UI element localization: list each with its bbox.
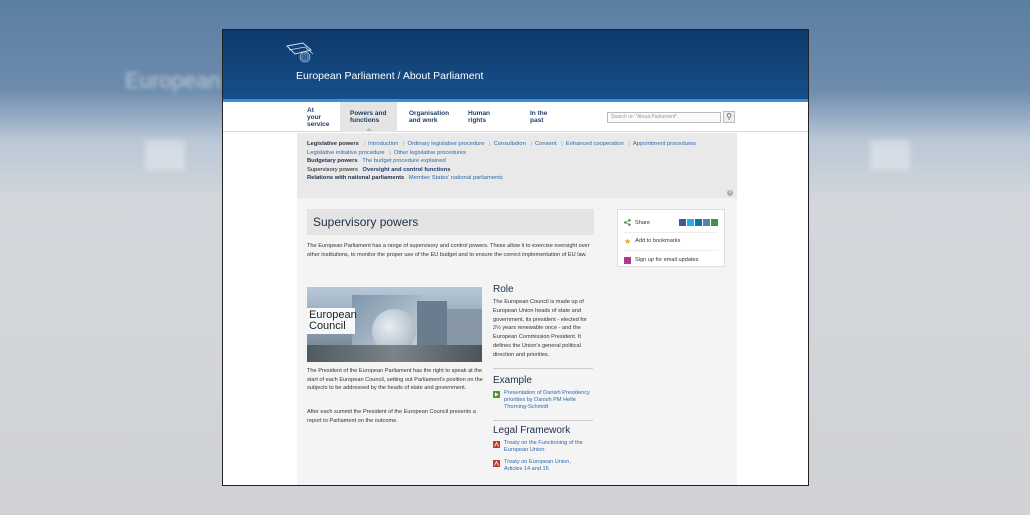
role-text: The European Council is made up of Europ…: [493, 299, 587, 358]
photo-building: [417, 301, 447, 351]
share-icons: [679, 219, 718, 227]
example-link[interactable]: Presentation of Danish Presidency priori…: [504, 390, 590, 411]
legal-framework-section: Legal Framework Treaty on the Functionin…: [493, 425, 590, 473]
submenu-link[interactable]: Consultation: [494, 141, 526, 147]
submenu-link[interactable]: Appointment procedures: [633, 141, 696, 147]
european-parliament-logo-icon: [285, 42, 314, 63]
legal-framework-heading: Legal Framework: [493, 425, 571, 436]
body-paragraph-2: After each summit the President of the E…: [307, 409, 476, 424]
pdf-icon: [493, 460, 500, 467]
submenu-row-budgetary: Budgetary powers The budget procedure ex…: [307, 157, 727, 166]
example-section: Example Presentation of Danish Presidenc…: [493, 375, 590, 411]
photo-street: [307, 345, 482, 362]
twitter-icon[interactable]: [687, 219, 694, 227]
divider: [493, 420, 593, 421]
pdf-icon: [493, 441, 500, 448]
legal-link-tfeu[interactable]: Treaty on the Functioning of the Europea…: [504, 440, 590, 454]
page-frame: European Parliament / About Parliament A…: [222, 29, 809, 486]
photo-caption: European Council: [307, 308, 357, 334]
main-content: Supervisory powers The European Parliame…: [307, 209, 594, 260]
legal-link-item[interactable]: Treaty on European Union, Articles 14 an…: [493, 459, 590, 473]
submenu-heading-budgetary[interactable]: Budgetary powers: [307, 158, 358, 164]
nav-at-your-service[interactable]: At your service: [297, 102, 337, 132]
submenu-row-legislative-2: Legislative initiative procedure | Other …: [307, 149, 727, 158]
role-heading: Role: [493, 284, 514, 295]
submenu-heading-supervisory[interactable]: Supervisory powers: [307, 167, 358, 173]
background-blur: [145, 140, 185, 170]
nav-organisation-and-work[interactable]: Organisation and work: [399, 102, 455, 132]
submenu-link[interactable]: Consent: [535, 141, 557, 147]
submenu-row-relations: Relations with national parliaments Memb…: [307, 174, 727, 183]
tools-box: Share ★ Add to bookmarks Sign up for ema…: [617, 209, 725, 267]
submenu-link[interactable]: Enhanced cooperation: [566, 141, 624, 147]
separator: |: [561, 141, 563, 147]
european-council-photo: European Council: [307, 287, 482, 362]
email-updates-row[interactable]: Sign up for email updates: [624, 251, 718, 270]
search-input[interactable]: Search on "About Parliament": [607, 112, 721, 123]
separator: |: [628, 141, 630, 147]
page-title: Supervisory powers: [307, 209, 594, 235]
site-title[interactable]: European Parliament / About Parliament: [296, 70, 483, 82]
submenu-heading-legislative[interactable]: Legislative powers: [307, 141, 359, 147]
submenu-link[interactable]: Member States' national parliaments: [409, 175, 503, 181]
background-blur: [870, 140, 910, 170]
legal-link-item[interactable]: Treaty on the Functioning of the Europea…: [493, 440, 590, 454]
submenu-link[interactable]: The budget procedure explained: [362, 158, 445, 164]
body-paragraph-1: The President of the European Parliament…: [307, 368, 483, 392]
close-icon[interactable]: ×: [727, 190, 733, 196]
email-updates-label[interactable]: Sign up for email updates: [635, 257, 698, 263]
nav-in-the-past[interactable]: In the past: [520, 102, 570, 132]
email-icon: [624, 256, 631, 264]
example-link-item[interactable]: Presentation of Danish Presidency priori…: [493, 390, 590, 411]
search-button[interactable]: ⚲: [723, 111, 735, 123]
submenu-row-supervisory: Supervisory powers Oversight and control…: [307, 166, 727, 175]
facebook-icon[interactable]: [679, 219, 686, 227]
video-icon: [493, 391, 500, 398]
more-share-icon[interactable]: [711, 219, 718, 227]
role-section: Role The European Council is made up of …: [493, 284, 593, 360]
submenu-row-legislative: Legislative powers | Introduction | Ordina…: [307, 140, 727, 149]
email-share-icon[interactable]: [703, 219, 710, 227]
intro-text: The European Parliament has a range of s…: [307, 243, 590, 258]
submenu-heading-relations[interactable]: Relations with national parliaments: [307, 175, 404, 181]
divider: [493, 368, 593, 369]
submenu-link[interactable]: Ordinary legislative procedure: [407, 141, 484, 147]
star-icon: ★: [624, 236, 632, 246]
bookmarks-label[interactable]: Add to bookmarks: [635, 238, 680, 244]
bookmarks-row[interactable]: ★ Add to bookmarks: [624, 233, 718, 251]
separator: |: [530, 141, 532, 147]
separator: |: [489, 141, 491, 147]
separator: |: [402, 141, 405, 147]
site-header: European Parliament / About Parliament: [223, 30, 808, 102]
main-navigation: At your service Powers and functions Org…: [223, 102, 808, 132]
nav-human-rights[interactable]: Human rights: [458, 102, 518, 132]
share-icon: [624, 219, 631, 227]
separator: |: [389, 149, 391, 156]
legal-link-teu[interactable]: Treaty on European Union, Articles 14 an…: [504, 459, 590, 473]
submenu-link-active[interactable]: Oversight and control functions: [363, 167, 451, 173]
submenu-panel: Legislative powers | Introduction | Ordina…: [297, 133, 737, 198]
search-icon: ⚲: [726, 112, 732, 121]
separator: |: [363, 141, 366, 147]
submenu-link[interactable]: Other legislative procedures: [394, 150, 466, 156]
example-heading: Example: [493, 375, 532, 386]
share-label[interactable]: Share: [635, 220, 650, 226]
linkedin-icon[interactable]: [695, 219, 702, 227]
nav-powers-and-functions[interactable]: Powers and functions: [340, 102, 397, 132]
submenu-link[interactable]: Legislative initiative procedure: [307, 150, 385, 156]
share-row: Share: [624, 214, 718, 233]
submenu-link[interactable]: Introduction: [368, 141, 398, 147]
